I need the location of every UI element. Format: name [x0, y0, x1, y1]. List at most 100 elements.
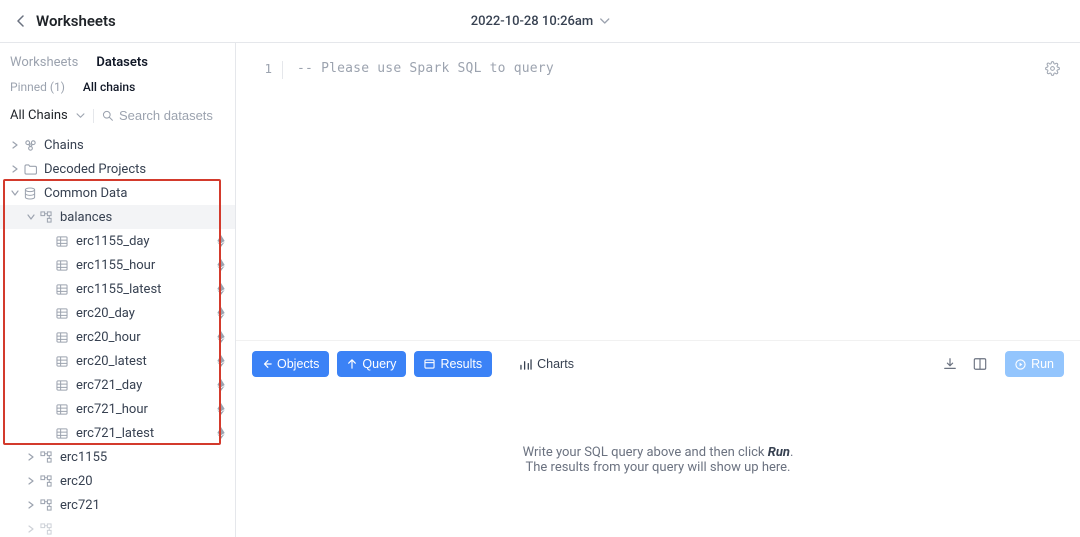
- folder-icon: [22, 164, 38, 175]
- gear-icon: [1045, 61, 1060, 76]
- table-icon: [54, 356, 70, 367]
- database-icon: [22, 187, 38, 200]
- chart-icon: [520, 359, 532, 370]
- topbar: Worksheets 2022-10-28 10:26am: [0, 0, 1080, 43]
- results-hint-line1: Write your SQL query above and then clic…: [523, 445, 794, 460]
- tree-node-label: erc1155_latest: [76, 282, 215, 297]
- ethereum-icon: [215, 331, 227, 343]
- subtab-pinned[interactable]: Pinned (1): [10, 80, 65, 94]
- run-button[interactable]: Run: [1005, 351, 1064, 377]
- arrow-up-icon: [347, 359, 357, 369]
- tree-node-balances[interactable]: balances: [0, 205, 235, 229]
- charts-button[interactable]: Charts: [510, 351, 584, 377]
- tree-node-table[interactable]: erc1155_latest: [0, 277, 235, 301]
- tree-node-chains[interactable]: Chains: [0, 133, 235, 157]
- editor-gutter-divider: [282, 61, 283, 79]
- schema-icon: [38, 211, 54, 223]
- chevron-right-icon: [24, 477, 38, 485]
- tree-node-table[interactable]: erc1155_day: [0, 229, 235, 253]
- worksheet-timestamp: 2022-10-28 10:26am: [471, 14, 594, 29]
- chevron-left-icon: [17, 15, 25, 27]
- chevron-down-icon: [76, 113, 85, 119]
- arrow-left-icon: [262, 359, 272, 369]
- tree-node-label: erc721_hour: [76, 402, 215, 417]
- tree-node-label: erc20_day: [76, 306, 215, 321]
- chevron-right-icon: [24, 525, 38, 533]
- tab-worksheets[interactable]: Worksheets: [10, 55, 78, 70]
- chain-filter-label: All Chains: [10, 108, 68, 123]
- tree-node-schema[interactable]: erc1155: [0, 445, 235, 469]
- tree-node-label: erc721_day: [76, 378, 215, 393]
- tree-node-label: erc721_latest: [76, 426, 215, 441]
- tree-node-table[interactable]: erc20_hour: [0, 325, 235, 349]
- schema-icon: [38, 499, 54, 511]
- tree-node-table[interactable]: erc721_day: [0, 373, 235, 397]
- layout-button[interactable]: [969, 353, 991, 375]
- search-input[interactable]: [119, 108, 225, 123]
- download-button[interactable]: [939, 353, 961, 375]
- table-icon: [54, 380, 70, 391]
- sidebar-subtabs: Pinned (1) All chains: [0, 80, 235, 102]
- ethereum-icon: [215, 283, 227, 295]
- results-button[interactable]: Results: [414, 351, 492, 377]
- table-icon: [54, 428, 70, 439]
- editor-empty-space[interactable]: [236, 83, 1080, 340]
- tree-node-label: erc20: [60, 474, 227, 489]
- tree-node-schema[interactable]: erc721: [0, 493, 235, 517]
- editor-placeholder: -- Please use Spark SQL to query: [297, 61, 554, 83]
- page-title: Worksheets: [36, 12, 116, 30]
- tree-node-schema[interactable]: [0, 517, 235, 537]
- run-label: Run: [1031, 357, 1054, 371]
- schema-icon: [38, 475, 54, 487]
- objects-label: Objects: [277, 357, 319, 371]
- results-hint-line2: The results from your query will show up…: [526, 460, 791, 475]
- chevron-right-icon: [24, 453, 38, 461]
- tree-node-common-data[interactable]: Common Data: [0, 181, 235, 205]
- results-label: Results: [440, 357, 482, 371]
- chevron-down-icon: [8, 189, 22, 197]
- chevron-right-icon: [8, 141, 22, 149]
- sql-editor[interactable]: 1 -- Please use Spark SQL to query: [236, 43, 1080, 83]
- tree-node-table[interactable]: erc721_latest: [0, 421, 235, 445]
- layout-split-icon: [973, 357, 987, 371]
- tree-node-table[interactable]: erc1155_hour: [0, 253, 235, 277]
- play-icon: [1015, 359, 1026, 370]
- tree-node-label: erc20_latest: [76, 354, 215, 369]
- tree-node-table[interactable]: erc20_latest: [0, 349, 235, 373]
- subtab-all-chains[interactable]: All chains: [83, 80, 135, 94]
- charts-label: Charts: [537, 357, 574, 371]
- editor-settings-button[interactable]: [1045, 61, 1060, 80]
- table-icon: [54, 308, 70, 319]
- tree-node-schema[interactable]: erc20: [0, 469, 235, 493]
- ethereum-icon: [215, 259, 227, 271]
- schema-icon: [38, 523, 54, 535]
- back-button[interactable]: [12, 15, 30, 27]
- sidebar: Worksheets Datasets Pinned (1) All chain…: [0, 43, 236, 537]
- tree-node-label: Decoded Projects: [44, 162, 227, 177]
- tree-node-table[interactable]: erc721_hour: [0, 397, 235, 421]
- dataset-search[interactable]: [102, 108, 225, 123]
- content-area: 1 -- Please use Spark SQL to query Objec…: [236, 43, 1080, 537]
- query-button[interactable]: Query: [337, 351, 406, 377]
- results-toolbar: Objects Query Results Charts: [236, 340, 1080, 387]
- tree-node-table[interactable]: erc20_day: [0, 301, 235, 325]
- objects-button[interactable]: Objects: [252, 351, 329, 377]
- tree-node-label: balances: [60, 210, 227, 225]
- worksheet-name-dropdown[interactable]: 2022-10-28 10:26am: [471, 14, 610, 29]
- tree-node-label: erc1155_day: [76, 234, 215, 249]
- chevron-right-icon: [8, 165, 22, 173]
- editor-gutter: 1: [254, 61, 282, 83]
- table-icon: [54, 284, 70, 295]
- tree-node-decoded-projects[interactable]: Decoded Projects: [0, 157, 235, 181]
- query-label: Query: [362, 357, 396, 371]
- tree-node-label: erc1155: [60, 450, 227, 465]
- ethereum-icon: [215, 379, 227, 391]
- tab-datasets[interactable]: Datasets: [96, 55, 148, 70]
- tree-node-label: erc1155_hour: [76, 258, 215, 273]
- results-icon: [424, 359, 435, 369]
- chevron-right-icon: [24, 501, 38, 509]
- table-icon: [54, 404, 70, 415]
- chevron-down-icon: [599, 18, 609, 25]
- chain-filter-select[interactable]: All Chains: [10, 108, 85, 123]
- filter-row: All Chains: [0, 102, 235, 129]
